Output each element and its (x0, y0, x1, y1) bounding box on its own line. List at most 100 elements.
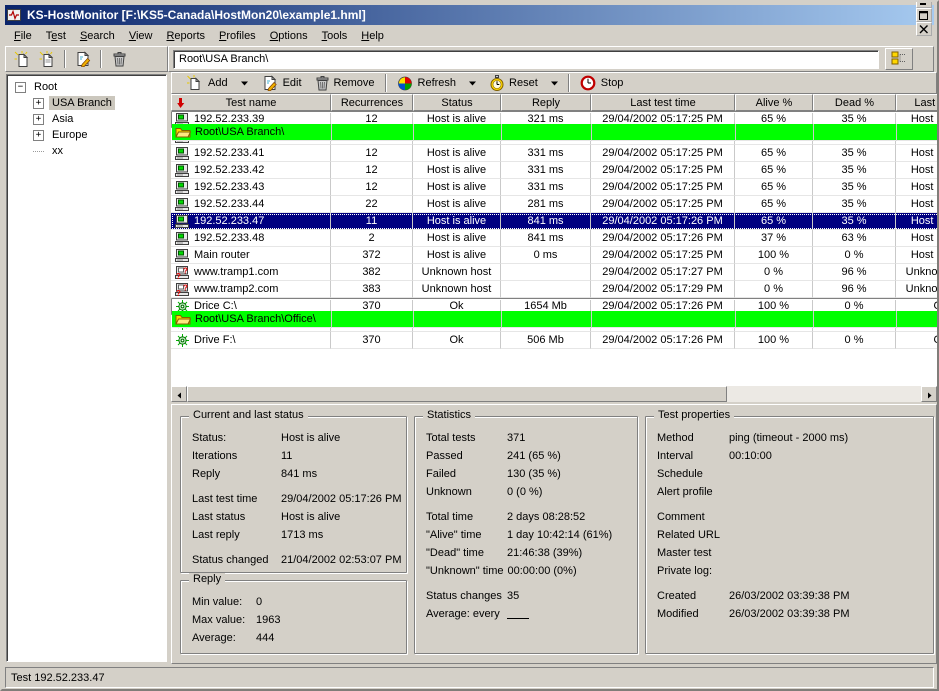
reset-button[interactable]: Reset (483, 73, 565, 93)
folder-path-input[interactable]: Root\USA Branch\ (173, 50, 879, 69)
test-row[interactable]: 192.52.233.4212Host is alive331 ms29/04/… (171, 162, 937, 179)
folder-tree-icon (891, 51, 907, 68)
menu-reports[interactable]: Reports (159, 27, 212, 45)
column-header-status[interactable]: Status (413, 94, 501, 111)
menu-options[interactable]: Options (263, 27, 315, 45)
refresh-icon (397, 75, 413, 91)
scroll-right-button[interactable] (921, 386, 937, 402)
tree-item-europe[interactable]: +Europe (7, 127, 166, 143)
edit-button[interactable]: Edit (255, 73, 309, 93)
column-header-test-name[interactable]: Test name (171, 94, 331, 111)
maximize-button[interactable] (916, 8, 932, 22)
tree-item-xx[interactable]: xx (7, 143, 166, 159)
cell-recurrences: 22 (331, 196, 413, 213)
cell-status: Host is alive (413, 179, 501, 196)
cell-reply (501, 264, 591, 281)
cell-alive (736, 124, 814, 141)
test-row[interactable]: 192.52.233.4711Host is alive841 ms29/04/… (171, 213, 937, 230)
menu-help[interactable]: Help (354, 27, 391, 45)
expand-expander[interactable]: + (33, 114, 44, 125)
toolbar-button-label: Remove (334, 77, 375, 89)
expand-expander[interactable]: + (33, 98, 44, 109)
toolbar-button-label: Stop (601, 77, 624, 89)
column-header-dead-[interactable]: Dead % (813, 94, 896, 111)
field-value: 0 (0 %) (507, 486, 542, 498)
field-label: Interval (657, 450, 729, 462)
menu-profiles[interactable]: Profiles (212, 27, 263, 45)
expand-expander[interactable]: + (33, 130, 44, 141)
column-header-alive-[interactable]: Alive % (735, 94, 813, 111)
group-row[interactable]: Root\USA Branch\Office\ (171, 298, 937, 315)
cell-reply (501, 281, 591, 298)
test-row[interactable]: Main router372Host is alive0 ms29/04/200… (171, 247, 937, 264)
column-header-last-test-time[interactable]: Last test time (591, 94, 735, 111)
cell-dead: 96 % (813, 281, 896, 298)
file-toolbar (5, 46, 168, 72)
menu-file[interactable]: File (7, 27, 39, 45)
field-row: Schedule (646, 465, 933, 483)
stop-button[interactable]: Stop (573, 73, 631, 93)
tree-item-usa-branch[interactable]: +USA Branch (7, 95, 166, 111)
menu-tools[interactable]: Tools (315, 27, 355, 45)
column-header-label: Test name (226, 97, 277, 109)
field-value: Host is alive (281, 511, 340, 523)
minimize-button[interactable] (916, 0, 932, 8)
add-button[interactable]: Add (180, 73, 255, 93)
arrow-right-icon (926, 387, 933, 402)
field-value: 21/04/2002 02:53:07 PM (281, 554, 401, 566)
new-test-list-button[interactable] (36, 49, 58, 69)
test-row[interactable]: 192.52.233.4112Host is alive331 ms29/04/… (171, 145, 937, 162)
test-name: Drive F:\ (194, 334, 236, 346)
test-row[interactable]: Drive F:\370Ok506 Mb29/04/2002 05:17:26 … (171, 332, 937, 349)
column-header-last-status[interactable]: Last status (896, 94, 937, 111)
field-value: 26/03/2002 03:39:38 PM (729, 590, 849, 602)
scrollbar-track[interactable] (727, 386, 921, 402)
collapse-expander[interactable]: − (15, 82, 26, 93)
test-name-cell: ??www.tramp1.com (171, 264, 331, 281)
svg-text:?: ? (176, 272, 181, 279)
refresh-button[interactable]: Refresh (390, 73, 484, 93)
folder-tree-button[interactable] (885, 48, 913, 70)
dropdown-arrow-icon[interactable] (469, 81, 476, 86)
new-test-button[interactable] (11, 49, 33, 69)
cell-status (414, 124, 502, 141)
column-header-reply[interactable]: Reply (501, 94, 591, 111)
menu-search[interactable]: Search (73, 27, 122, 45)
test-row[interactable]: ??www.tramp2.com383Unknown host29/04/200… (171, 281, 937, 298)
field-label: Reply (192, 468, 281, 480)
field-row: Interval00:10:00 (646, 447, 933, 465)
cell-alive: 100 % (735, 247, 813, 264)
dropdown-arrow-icon[interactable] (551, 81, 558, 86)
test-row[interactable]: ??www.tramp1.com382Unknown host29/04/200… (171, 264, 937, 281)
title-bar[interactable]: KS-HostMonitor [F:\KS5-Canada\HostMon20\… (5, 5, 934, 25)
group-row[interactable]: Root\USA Branch\ (171, 111, 937, 128)
field-row: Last test time29/04/2002 05:17:26 PM (181, 490, 406, 508)
horizontal-scrollbar[interactable] (171, 386, 937, 402)
edit-test-button[interactable] (72, 49, 94, 69)
field-row: Master test (646, 544, 933, 562)
scroll-left-button[interactable] (171, 386, 187, 402)
cell-reply: 0 ms (501, 247, 591, 264)
tree-item-asia[interactable]: +Asia (7, 111, 166, 127)
test-row[interactable]: 192.52.233.4422Host is alive281 ms29/04/… (171, 196, 937, 213)
field-value: 00:10:00 (729, 450, 772, 462)
delete-test-button[interactable] (108, 49, 130, 69)
cell-status (414, 311, 502, 328)
column-header-recurrences[interactable]: Recurrences (331, 94, 413, 111)
test-row[interactable]: 192.52.233.482Host is alive841 ms29/04/2… (171, 230, 937, 247)
menu-test[interactable]: Test (39, 27, 73, 45)
field-value: 11 (281, 450, 292, 462)
test-name: Root\USA Branch\Office\ (195, 313, 316, 325)
arrow-left-icon (176, 387, 183, 402)
dropdown-arrow-icon[interactable] (241, 81, 248, 86)
test-row[interactable]: 192.52.233.4312Host is alive331 ms29/04/… (171, 179, 937, 196)
remove-button[interactable]: Remove (309, 73, 382, 93)
cell-dead: 35 % (813, 196, 896, 213)
field-label: Max value: (192, 614, 256, 626)
cell-last-status: Host is alive (896, 179, 937, 196)
toolbar-button-label: Edit (283, 77, 302, 89)
scrollbar-thumb[interactable] (187, 386, 727, 402)
cell-recurrences: 383 (331, 281, 413, 298)
tree-item-root[interactable]: −Root (7, 79, 166, 95)
menu-view[interactable]: View (122, 27, 160, 45)
